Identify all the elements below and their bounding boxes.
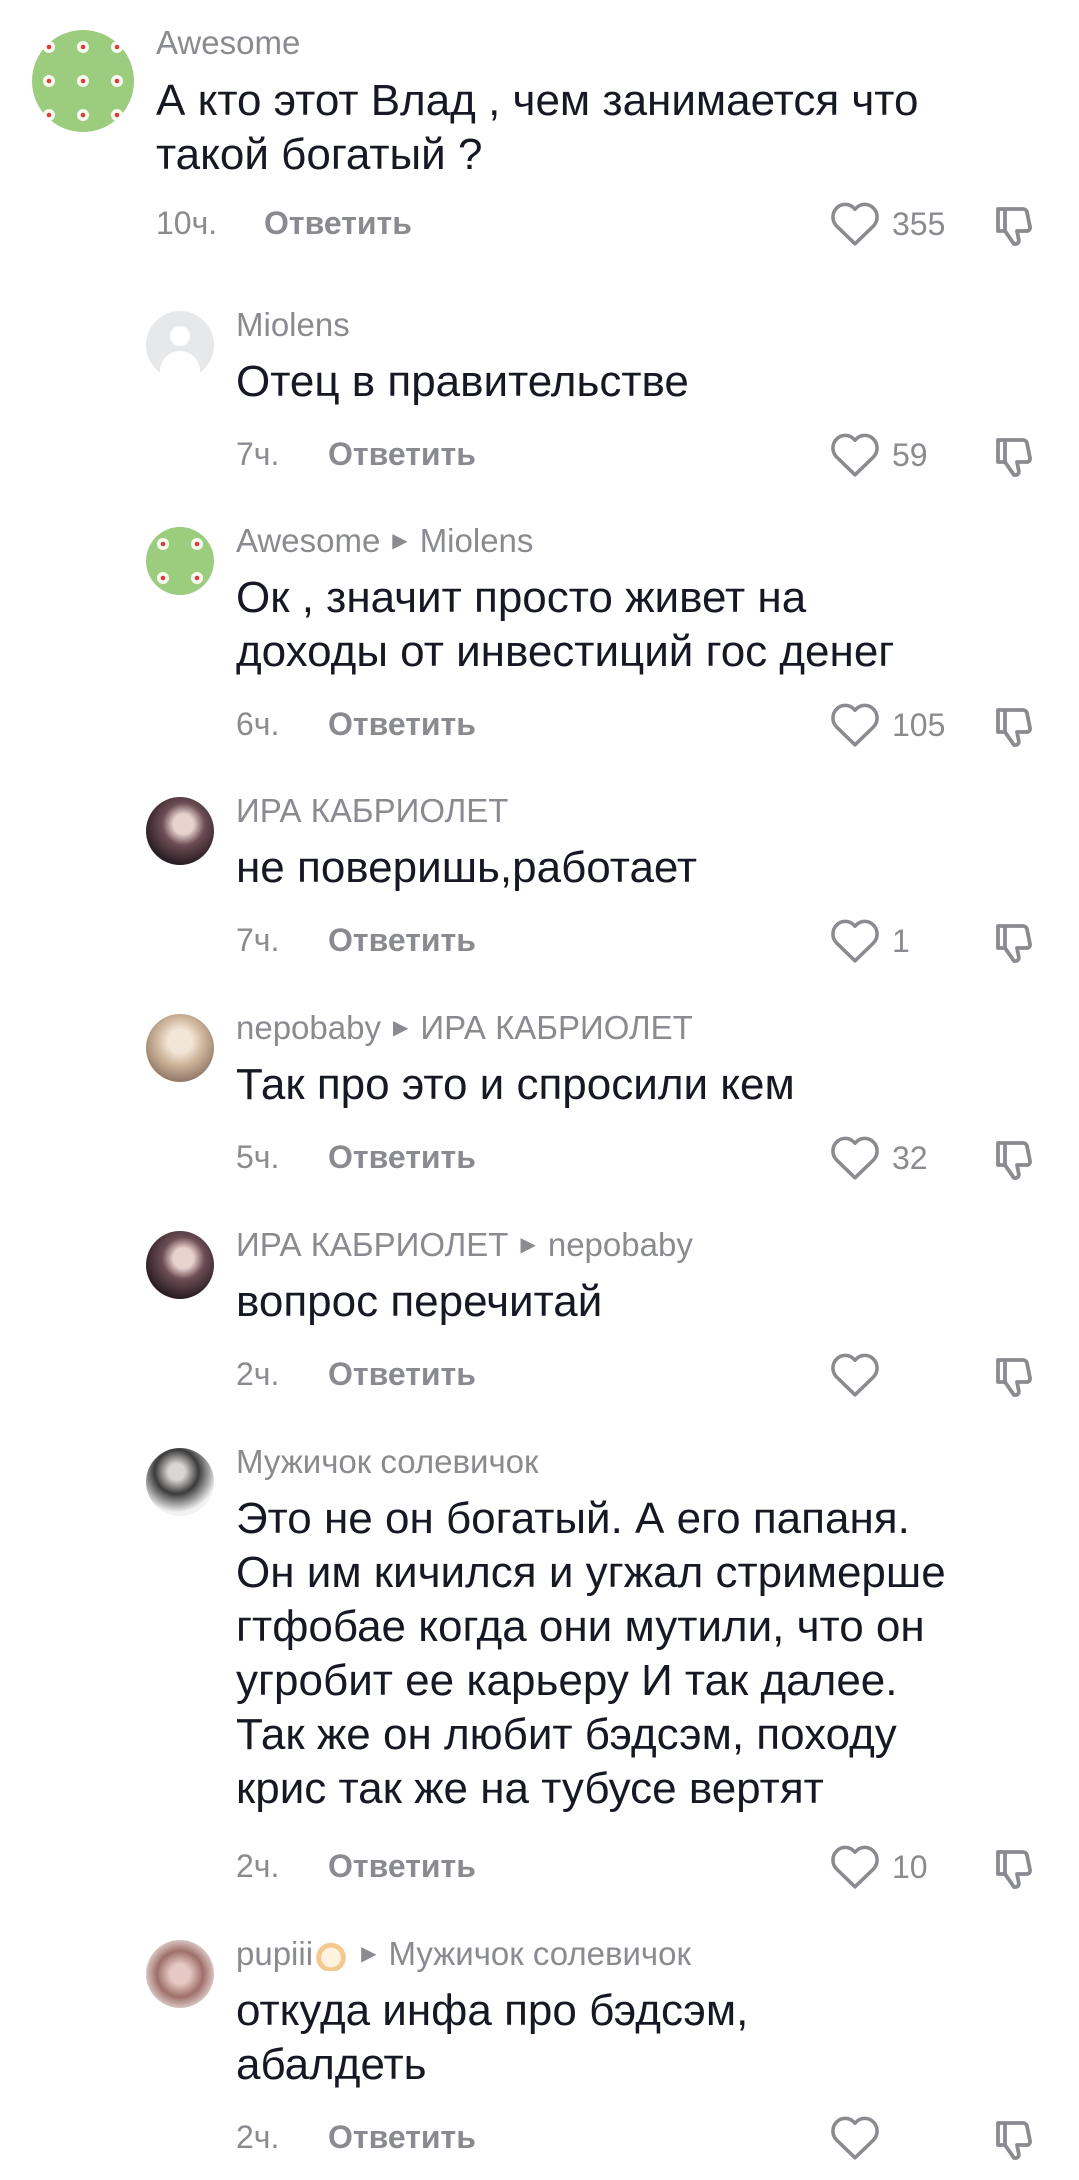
dislike-icon[interactable] (992, 919, 1040, 967)
comment-time: 2ч. (236, 1356, 280, 1392)
heart-icon (831, 703, 879, 747)
comment-username[interactable]: ИРА КАБРИОЛЕТ (236, 792, 508, 830)
like-count: 1 (892, 922, 910, 959)
heart-icon (831, 1845, 879, 1889)
comment-time: 7ч. (236, 436, 280, 472)
username-text: ИРА КАБРИОЛЕТ (236, 1226, 509, 1263)
comment-username[interactable]: pupiii ▶ Мужичок солевичок (236, 1935, 691, 1973)
dislike-icon[interactable] (992, 202, 1040, 250)
reply-button[interactable]: Ответить (328, 1848, 476, 1885)
like-count: 10 (892, 1848, 928, 1885)
reply-button[interactable]: Ответить (328, 1139, 476, 1176)
heart-icon (831, 1136, 879, 1180)
like-button[interactable]: 32 (830, 1133, 928, 1183)
comment-time: 7ч. (236, 922, 280, 958)
reply-button[interactable]: Ответить (328, 706, 476, 743)
comment-text: А кто этот Влад , чем занимается что так… (156, 76, 919, 179)
dislike-icon[interactable] (992, 433, 1040, 481)
comment-username[interactable]: Мужичок солевичок (236, 1443, 538, 1481)
dislike-icon[interactable] (992, 1845, 1040, 1893)
like-count: 105 (892, 706, 946, 743)
reply-arrow-icon: ▶ (520, 1233, 536, 1256)
dislike-icon[interactable] (992, 2116, 1040, 2164)
comment-text: вопрос перечитай (236, 1277, 603, 1326)
username-text: pupiii (236, 1935, 314, 1972)
heart-icon (831, 202, 879, 246)
comment-text: Ок , значит просто живет на доходы от ин… (236, 573, 895, 676)
dog-emoji-icon (313, 1941, 350, 1972)
avatar[interactable] (32, 30, 134, 132)
like-button[interactable]: 59 (830, 430, 928, 480)
heart-icon (831, 919, 879, 963)
comment-username[interactable]: Awesome (156, 24, 300, 62)
avatar[interactable] (146, 797, 214, 865)
heart-icon (831, 433, 879, 477)
heart-icon (831, 2116, 879, 2160)
comment-text: Отец в правительстве (236, 357, 689, 406)
comment-text: Это не он богатый. А его папаня. Он им к… (236, 1494, 946, 1813)
reply-to-username: nepobaby (547, 1226, 693, 1263)
comment-time: 5ч. (236, 1139, 280, 1175)
comment-time: 2ч. (236, 2119, 280, 2155)
reply-button[interactable]: Ответить (328, 2119, 476, 2156)
like-button[interactable]: 105 (830, 700, 945, 750)
like-button[interactable] (830, 1350, 880, 1400)
comment-username[interactable]: Miolens (236, 306, 350, 344)
avatar[interactable] (146, 1448, 214, 1516)
reply-button[interactable]: Ответить (328, 922, 476, 959)
dislike-icon[interactable] (992, 1136, 1040, 1184)
avatar[interactable] (146, 527, 214, 595)
avatar[interactable] (146, 1231, 214, 1299)
like-button[interactable] (830, 2113, 880, 2163)
like-count: 355 (892, 205, 946, 242)
reply-arrow-icon: ▶ (392, 1016, 409, 1039)
comment-username[interactable]: nepobaby ▶ ИРА КАБРИОЛЕТ (236, 1009, 693, 1047)
reply-to-username: ИРА КАБРИОЛЕТ (420, 1009, 693, 1046)
comment-text: не поверишь,работает (236, 843, 698, 892)
comment-time: 10ч. (156, 205, 218, 241)
heart-icon (831, 1353, 879, 1397)
dislike-icon[interactable] (992, 703, 1040, 751)
dislike-icon[interactable] (992, 1353, 1040, 1401)
comment-text: откуда инфа про бэдсэм, абалдеть (236, 1986, 749, 2089)
reply-to-username: Miolens (419, 522, 534, 559)
reply-button[interactable]: Ответить (264, 205, 412, 242)
comment-time: 2ч. (236, 1848, 280, 1884)
reply-to-username: Мужичок солевичок (388, 1935, 691, 1972)
comment-text: Так про это и спросили кем (236, 1060, 795, 1109)
like-count: 59 (892, 436, 928, 473)
comment-username[interactable]: Awesome ▶ Miolens (236, 522, 533, 560)
like-button[interactable]: 1 (830, 916, 910, 966)
like-button[interactable]: 355 (830, 199, 945, 249)
reply-arrow-icon: ▶ (392, 529, 408, 552)
reply-button[interactable]: Ответить (328, 436, 476, 473)
reply-button[interactable]: Ответить (328, 1356, 476, 1393)
reply-arrow-icon: ▶ (361, 1942, 377, 1965)
like-count: 32 (892, 1139, 928, 1176)
avatar[interactable] (146, 1940, 214, 2008)
avatar[interactable] (146, 1014, 214, 1082)
avatar[interactable] (146, 311, 214, 379)
like-button[interactable]: 10 (830, 1842, 928, 1892)
comment-time: 6ч. (236, 706, 280, 742)
comment-username[interactable]: ИРА КАБРИОЛЕТ ▶ nepobaby (236, 1226, 693, 1264)
username-text: nepobaby (236, 1009, 381, 1046)
username-text: Awesome (236, 522, 381, 559)
